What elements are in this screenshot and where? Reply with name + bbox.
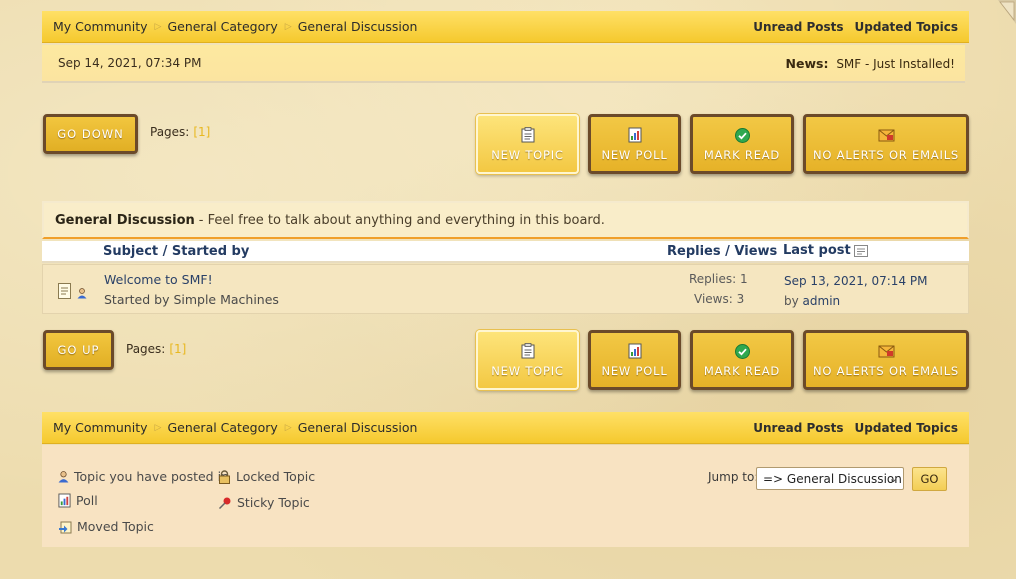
jump-go-button[interactable]: GO (912, 467, 947, 491)
breadcrumb: My Community ▷ General Category ▷ Genera… (53, 19, 417, 34)
breadcrumb-item-board[interactable]: General Discussion (298, 19, 418, 34)
top-navbar: My Community ▷ General Category ▷ Genera… (42, 11, 969, 43)
poll-icon (628, 127, 641, 143)
posted-in-user-icon (77, 288, 87, 299)
pagination-top: Pages: [1] (150, 125, 210, 139)
topic-list-header: Subject / Started by Replies / Views Las… (42, 241, 969, 263)
breadcrumb-separator-icon: ▷ (154, 422, 162, 433)
mark-read-button[interactable]: MARK READ (690, 330, 794, 390)
new-topic-button[interactable]: NEW TOPIC (476, 330, 579, 390)
replies-views-column-header[interactable]: Replies / Views (667, 244, 777, 259)
breadcrumb-separator-icon: ▷ (284, 422, 292, 433)
legend-poll: Poll (76, 493, 98, 508)
subject-column-header[interactable]: Subject / Started by (103, 244, 249, 259)
go-down-button[interactable]: GO DOWN (43, 114, 138, 154)
legend-posted-in: Topic you have posted in (74, 469, 229, 484)
legend-sticky: Sticky Topic (237, 495, 310, 510)
board-description: - Feel free to talk about anything and e… (198, 212, 605, 228)
go-up-button[interactable]: GO UP (43, 330, 114, 370)
topic-replies: Replies: 1 (689, 272, 748, 286)
topic-views: Views: 3 (694, 292, 745, 306)
no-alerts-label: NO ALERTS OR EMAILS (812, 148, 960, 162)
breadcrumb-item-community[interactable]: My Community (53, 19, 148, 34)
updated-topics-link[interactable]: Updated Topics (855, 421, 958, 435)
poll-icon (58, 493, 71, 508)
new-topic-label: NEW TOPIC (491, 148, 564, 162)
mark-read-button[interactable]: MARK READ (690, 114, 794, 174)
new-topic-button[interactable]: NEW TOPIC (476, 114, 579, 174)
new-topic-label: NEW TOPIC (491, 364, 564, 378)
jump-to-label: Jump to: (708, 470, 759, 484)
news-text: SMF - Just Installed! (836, 56, 955, 71)
topic-title-link[interactable]: Welcome to SMF! (104, 272, 213, 287)
pin-icon (218, 497, 231, 509)
no-alerts-label: NO ALERTS OR EMAILS (812, 364, 960, 378)
topic-document-icon (58, 283, 71, 299)
mail-alert-icon (878, 129, 894, 142)
poll-icon (628, 343, 641, 359)
board-title: General Discussion (55, 212, 195, 228)
mail-alert-icon (878, 345, 894, 358)
user-icon (58, 470, 69, 482)
mark-read-label: MARK READ (703, 148, 781, 162)
page-link-1[interactable]: [1] (193, 125, 210, 139)
breadcrumb-separator-icon: ▷ (154, 21, 162, 32)
breadcrumb-item-community[interactable]: My Community (53, 420, 148, 435)
page-corner-decoration (998, 0, 1016, 24)
pages-label: Pages: (126, 342, 166, 356)
unread-posts-link[interactable]: Unread Posts (753, 20, 843, 34)
page-link-1[interactable]: [1] (169, 342, 186, 356)
board-header: General Discussion - Feel free to talk a… (42, 201, 969, 239)
jump-to-select[interactable]: => General Discussion ⌄ (756, 467, 904, 490)
last-post-by-prefix: by (784, 294, 799, 308)
mark-read-label: MARK READ (703, 364, 781, 378)
new-poll-button[interactable]: NEW POLL (588, 330, 681, 390)
news-label: News: (785, 55, 829, 71)
table-row: Welcome to SMF! Started by Simple Machin… (42, 264, 969, 314)
jump-to-selected-value: => General Discussion (763, 471, 902, 486)
chevron-down-icon: ⌄ (888, 472, 898, 485)
current-date: Sep 14, 2021, 07:34 PM (58, 56, 202, 70)
clipboard-icon (521, 127, 534, 143)
breadcrumb-item-board[interactable]: General Discussion (298, 420, 418, 435)
sort-icon[interactable] (853, 244, 868, 257)
lock-icon (219, 469, 230, 484)
no-alerts-button[interactable]: NO ALERTS OR EMAILS (803, 330, 969, 390)
no-alerts-button[interactable]: NO ALERTS OR EMAILS (803, 114, 969, 174)
breadcrumb: My Community ▷ General Category ▷ Genera… (53, 420, 417, 435)
updated-topics-link[interactable]: Updated Topics (855, 20, 958, 34)
last-post-author-link[interactable]: admin (803, 294, 841, 308)
last-post-date-link[interactable]: Sep 13, 2021, 07:14 PM (784, 274, 927, 288)
bottom-navbar: My Community ▷ General Category ▷ Genera… (42, 412, 969, 444)
news-bar: Sep 14, 2021, 07:34 PM News: SMF - Just … (42, 45, 965, 83)
topic-started-by: Started by Simple Machines (104, 292, 279, 307)
new-poll-label: NEW POLL (601, 364, 668, 378)
legend-moved: Moved Topic (77, 519, 154, 534)
clipboard-icon (521, 343, 534, 359)
new-poll-label: NEW POLL (601, 148, 668, 162)
breadcrumb-item-category[interactable]: General Category (167, 420, 277, 435)
pages-label: Pages: (150, 125, 190, 139)
breadcrumb-item-category[interactable]: General Category (167, 19, 277, 34)
pagination-bottom: Pages: [1] (126, 342, 186, 356)
legend-locked: Locked Topic (236, 469, 316, 484)
check-circle-icon (734, 127, 750, 143)
unread-posts-link[interactable]: Unread Posts (753, 421, 843, 435)
breadcrumb-separator-icon: ▷ (284, 21, 292, 32)
legend-panel: Topic you have posted in Poll Moved Topi… (42, 445, 969, 547)
new-poll-button[interactable]: NEW POLL (588, 114, 681, 174)
moved-topic-icon (59, 521, 72, 533)
last-post-column-header[interactable]: Last post (783, 243, 851, 258)
check-circle-icon (734, 343, 750, 359)
